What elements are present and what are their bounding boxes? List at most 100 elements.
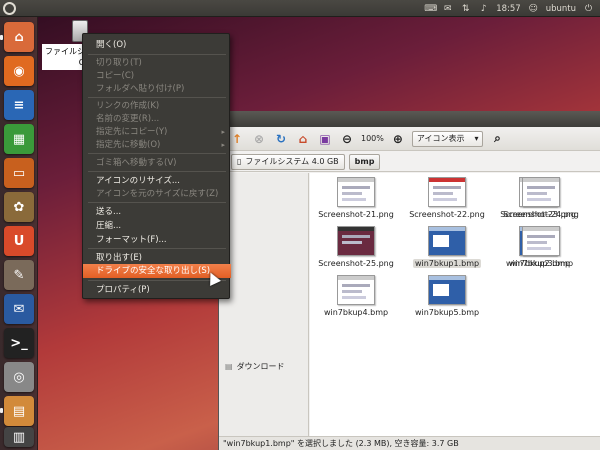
volume-icon[interactable]: ♪ [478,4,489,14]
software-center-icon[interactable]: ✿ [4,192,34,222]
reload-icon[interactable]: ↻ [273,131,289,147]
menu-item-cut[interactable]: 切り取り(T) [83,56,231,70]
file-item[interactable]: win7bkup4.bmp [313,275,399,323]
ubuntu-logo-icon[interactable] [3,2,16,15]
path-drive-label: ファイルシステム 4.0 GB [245,156,339,166]
trash-icon[interactable]: ▥ [4,427,34,447]
menu-separator [88,171,226,172]
toolbar: ↑ ⊗ ↻ ⌂ ▣ ⊖ 100% ⊕ アイコン表示 ⌕ [219,127,600,151]
computer-icon[interactable]: ▣ [317,131,333,147]
menu-item-copy[interactable]: コピー(C) [83,69,231,83]
user-name[interactable]: ubuntu [546,4,576,14]
user-icon[interactable]: ☺ [528,4,539,14]
path-folder-button[interactable]: bmp [348,153,381,170]
file-thumbnail [522,177,560,207]
zoom-level: 100% [361,134,384,143]
file-thumbnail [522,226,560,256]
file-name: win7bkup3.bmp [508,259,574,268]
calc-icon[interactable]: ▦ [4,124,34,154]
submenu-arrow-icon: ▸ [221,141,225,149]
terminal-icon[interactable]: >_ [4,328,34,358]
view-mode-select[interactable]: アイコン表示 [411,130,484,147]
file-item[interactable]: Screenshot-24.png [498,177,584,225]
file-thumbnail [337,226,375,256]
menu-separator [88,202,226,203]
menu-separator [88,54,226,55]
menu-item-paste-into-folder[interactable]: フォルダへ貼り付け(P) [83,82,231,96]
file-item[interactable]: win7bkup5.bmp [404,275,490,323]
file-name: Screenshot-25.png [318,259,394,268]
status-bar: "win7bkup1.bmp" を選択しました (2.3 MB), 空き容量: … [219,436,600,450]
file-name: win7bkup5.bmp [414,308,480,317]
file-name: Screenshot-24.png [503,210,579,219]
stop-icon[interactable]: ⊗ [251,131,267,147]
menu-item-make-link[interactable]: リンクの作成(K) [83,99,231,113]
menu-item-rename[interactable]: 名前の変更(R)... [83,112,231,126]
file-item[interactable]: Screenshot-22.png [404,177,490,225]
sidebar: ▤ ダウンロード [219,173,309,436]
file-item[interactable]: Screenshot-21.png [313,177,399,225]
running-indicator [0,408,3,413]
camera-icon[interactable]: ◎ [4,362,34,392]
file-thumbnail [428,226,466,256]
file-name: win7bkup1.bmp [412,259,482,268]
folder-icon: ▤ [225,361,233,371]
file-item[interactable]: win7bkup3.bmp [498,226,584,274]
menu-item-copy-to[interactable]: 指定先にコピー(Y) ▸ [83,125,231,139]
file-thumbnail [428,177,466,207]
menu-item-resize-icon[interactable]: アイコンのリサイズ... [83,174,231,188]
file-manager-window: ↑ ⊗ ↻ ⌂ ▣ ⊖ 100% ⊕ アイコン表示 ⌕ ▯ ファイルシステム 4… [218,111,600,450]
desktop-drive-label-line1: ファイルシ [45,47,85,56]
home-icon[interactable]: ⌂ [295,131,311,147]
menu-item-send-to[interactable]: 送る... [83,205,231,219]
menu-item-move-to[interactable]: 指定先に移動(O) ▸ [83,138,231,152]
menu-item-open[interactable]: 開く(O) [83,38,231,52]
running-indicator [0,35,3,40]
submenu-arrow-icon: ▸ [221,128,225,136]
file-thumbnail [428,275,466,305]
file-name: Screenshot-22.png [409,210,485,219]
file-item[interactable]: Screenshot-25.png [313,226,399,274]
keyboard-icon[interactable]: ⌨ [424,4,437,14]
menu-item-eject[interactable]: 取り出す(E) [83,251,231,265]
home-folder-icon[interactable]: ⌂ [4,22,34,52]
window-titlebar[interactable] [219,111,600,127]
menu-item-compress[interactable]: 圧縮... [83,219,231,233]
menu-item-restore-icon-size[interactable]: アイコンを元のサイズに戻す(Z) [83,187,231,201]
sidebar-item-label: ダウンロード [236,361,285,371]
power-icon[interactable]: ⏻ [583,4,594,14]
impress-icon[interactable]: ▭ [4,158,34,188]
file-thumbnail [337,177,375,207]
file-item-selected[interactable]: win7bkup1.bmp [404,226,490,274]
mail-icon[interactable]: ✉ [442,4,453,14]
menu-item-format[interactable]: フォーマット(F)... [83,233,231,247]
zoom-in-icon[interactable]: ⊕ [390,131,406,147]
ubuntu-one-icon[interactable]: U [4,226,34,256]
file-thumbnail [337,275,375,305]
menu-item-move-to-trash[interactable]: ゴミ箱へ移動する(V) [83,156,231,170]
path-drive-button[interactable]: ▯ ファイルシステム 4.0 GB [231,153,345,170]
writer-icon[interactable]: ≡ [4,90,34,120]
menu-item-label: 指定先に移動(O) [96,140,161,150]
clock[interactable]: 18:57 [496,4,521,14]
file-name: Screenshot-21.png [318,210,394,219]
launcher: ⌂ ◉ ≡ ▦ ▭ ✿ U ✎ ✉ >_ ◎ ▤ ▥ [0,17,38,450]
gimp-icon[interactable]: ✎ [4,260,34,290]
menu-separator [88,280,226,281]
zoom-out-icon[interactable]: ⊖ [339,131,355,147]
sidebar-item-downloads[interactable]: ▤ ダウンロード [219,359,309,373]
system-tray: ⌨ ✉ ⇅ ♪ 18:57 ☺ ubuntu ⏻ [424,0,594,17]
search-icon[interactable]: ⌕ [489,131,505,147]
file-name: win7bkup4.bmp [323,308,389,317]
network-icon[interactable]: ⇅ [460,4,471,14]
menu-separator [88,97,226,98]
up-arrow-icon[interactable]: ↑ [229,131,245,147]
desktop-drive-label-line2: G [45,57,85,68]
thunderbird-icon[interactable]: ✉ [4,294,34,324]
usb-drive-icon[interactable]: ▤ [4,396,34,426]
top-panel: ⌨ ✉ ⇅ ♪ 18:57 ☺ ubuntu ⏻ [0,0,600,17]
firefox-icon[interactable]: ◉ [4,56,34,86]
menu-separator [88,248,226,249]
menu-item-label: 指定先にコピー(Y) [96,127,168,137]
drive-icon: ▯ [237,156,242,166]
